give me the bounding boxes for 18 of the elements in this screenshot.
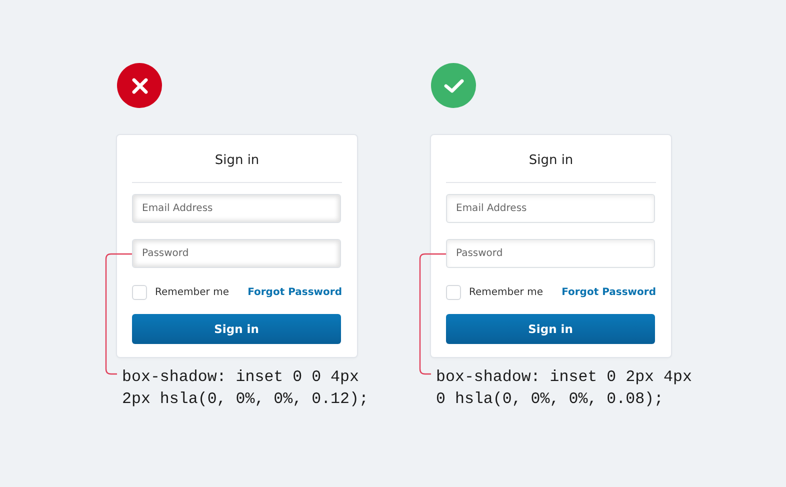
check-icon	[444, 78, 464, 94]
card-title: Sign in	[446, 135, 656, 183]
sign-in-button[interactable]: Sign in	[132, 314, 341, 344]
card-title: Sign in	[132, 135, 342, 183]
email-field[interactable]: Email Address	[132, 194, 341, 223]
forgot-password-link[interactable]: Forgot Password	[562, 286, 656, 298]
code-snippet: box-shadow: inset 0 0 4px 2px hsla(0, 0%, 0%, 0.12);	[122, 367, 368, 410]
forgot-password-link[interactable]: Forgot Password	[248, 286, 342, 298]
cross-icon	[132, 78, 148, 94]
email-field[interactable]: Email Address	[446, 194, 655, 223]
remember-checkbox[interactable]	[446, 284, 461, 300]
password-field[interactable]: Password	[446, 239, 655, 268]
password-field[interactable]: Password	[132, 239, 341, 268]
sign-in-button[interactable]: Sign in	[446, 314, 655, 344]
remember-label: Remember me	[155, 286, 230, 298]
code-snippet: box-shadow: inset 0 2px 4px 0 hsla(0, 0%, 0%, 0.08);	[436, 367, 692, 410]
remember-checkbox[interactable]	[132, 284, 147, 300]
remember-label: Remember me	[469, 286, 544, 298]
